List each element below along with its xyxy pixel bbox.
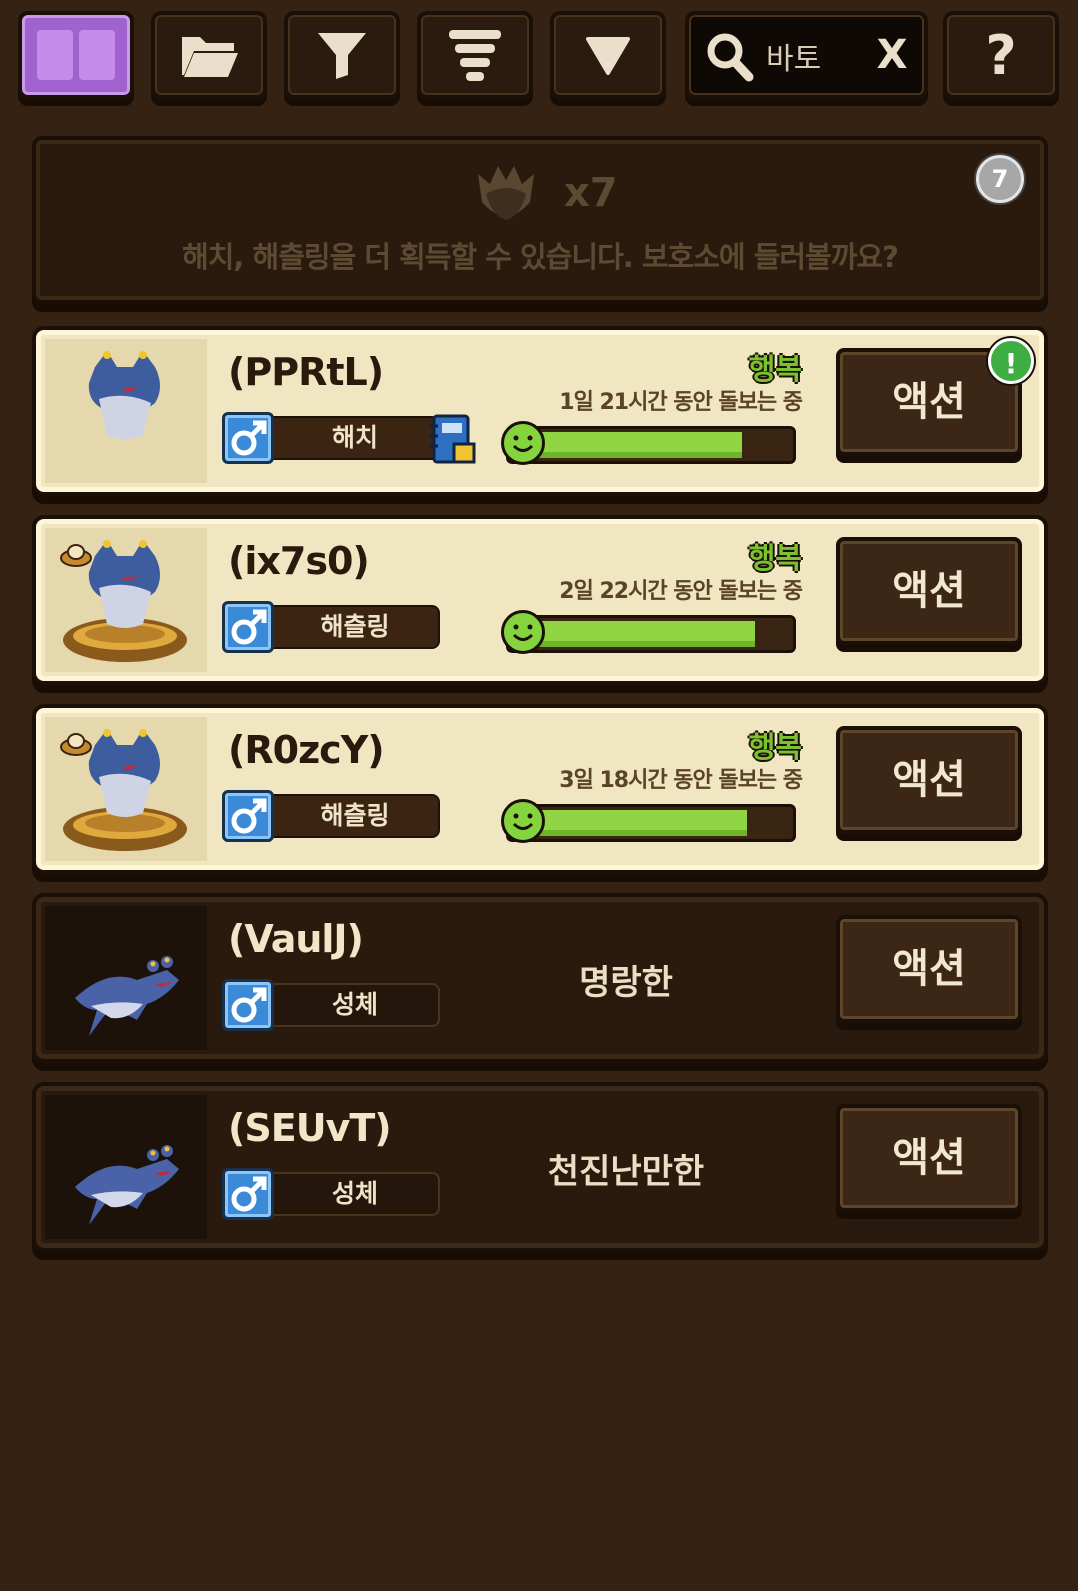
filter-icon — [318, 33, 366, 79]
pet-portrait[interactable] — [45, 339, 207, 483]
pet-card[interactable]: (R0zcY) 해츨링 행복 3일 18시간 동안 돌보는 중 액션 — [32, 704, 1048, 874]
happiness-bar — [501, 610, 796, 654]
question-icon: ? — [985, 23, 1017, 87]
search-input[interactable] — [764, 33, 868, 79]
mood-label: 행복 — [748, 541, 802, 575]
male-gender-icon — [222, 790, 274, 842]
triangle-down-icon — [586, 37, 630, 75]
action-button[interactable]: 액션 — [836, 537, 1022, 645]
notebook-icon[interactable] — [430, 414, 478, 466]
happiness-bar — [501, 799, 796, 843]
growth-stage-label: 성체 — [270, 983, 440, 1027]
male-gender-icon — [222, 412, 274, 464]
pet-portrait[interactable] — [45, 528, 207, 672]
mood-label: 행복 — [748, 352, 802, 386]
pet-portrait[interactable] — [45, 717, 207, 861]
pet-name: (VaulJ) — [228, 917, 364, 961]
pet-sprite — [75, 956, 179, 1036]
egg-count: x7 — [564, 170, 618, 216]
search-icon — [707, 33, 754, 82]
happiness-fill — [537, 621, 755, 647]
growth-stage-label: 성체 — [270, 1172, 440, 1216]
clear-search-button[interactable]: X — [872, 29, 912, 81]
pet-portrait[interactable] — [45, 906, 207, 1050]
care-duration: 1일 21시간 동안 돌보는 중 — [559, 390, 803, 415]
smiley-icon — [501, 799, 545, 843]
mood-label: 행복 — [748, 730, 802, 764]
folder-button[interactable] — [151, 11, 267, 99]
pet-name: (PPRtL) — [228, 350, 384, 394]
grid-icon — [37, 30, 115, 80]
pet-sprite — [75, 1145, 179, 1225]
pet-name: (SEUvT) — [228, 1106, 392, 1150]
nest-egg-icon — [60, 733, 92, 756]
male-gender-icon — [222, 601, 274, 653]
happiness-fill — [537, 432, 742, 458]
count-badge: 7 — [976, 155, 1024, 203]
action-button[interactable]: 액션 — [836, 1104, 1022, 1212]
pet-sprite — [88, 351, 160, 439]
pet-card[interactable]: (SEUvT) 성체 천진난만한 액션 — [32, 1082, 1048, 1252]
sort-icon — [449, 30, 501, 81]
care-duration: 3일 18시간 동안 돌보는 중 — [559, 768, 803, 793]
personality-trait: 명랑한 — [579, 963, 673, 1003]
happiness-fill — [537, 810, 747, 836]
search-box[interactable]: X — [685, 11, 928, 99]
pet-card[interactable]: (VaulJ) 성체 명랑한 액션 — [32, 893, 1048, 1063]
smiley-icon — [501, 610, 545, 654]
view-toggle-button[interactable] — [18, 11, 134, 99]
help-button[interactable]: ? — [943, 11, 1059, 99]
egg-icon — [478, 166, 534, 220]
nest-egg-icon — [60, 544, 92, 567]
happiness-bar — [501, 421, 796, 465]
alert-badge: ! — [988, 338, 1034, 384]
banner-message: 해치, 해츨링을 더 획득할 수 있습니다. 보호소에 들러볼까요? — [182, 240, 899, 274]
growth-stage-label: 해츨링 — [270, 605, 440, 649]
pet-portrait[interactable] — [45, 1095, 207, 1239]
pet-name: (ix7s0) — [228, 539, 370, 583]
personality-trait: 천진난만한 — [547, 1152, 705, 1192]
smiley-icon — [501, 421, 545, 465]
action-button[interactable]: 액션 — [836, 915, 1022, 1023]
care-duration: 2일 22시간 동안 돌보는 중 — [559, 579, 803, 604]
pet-card[interactable]: (PPRtL) 해치 행복 1일 21시간 동안 돌보는 중 액션! — [32, 326, 1048, 496]
growth-stage-label: 해츨링 — [270, 794, 440, 838]
male-gender-icon — [222, 1168, 274, 1220]
sort-button[interactable] — [417, 11, 533, 99]
action-button[interactable]: 액션 — [836, 726, 1022, 834]
pet-name: (R0zcY) — [228, 728, 385, 772]
filter-button[interactable] — [284, 11, 400, 99]
growth-stage-label: 해치 — [270, 416, 440, 460]
folder-icon — [182, 37, 238, 77]
male-gender-icon — [222, 979, 274, 1031]
pet-card[interactable]: (ix7s0) 해츨링 행복 2일 22시간 동안 돌보는 중 액션 — [32, 515, 1048, 685]
egg-shelter-banner[interactable]: x7 해치, 해츨링을 더 획득할 수 있습니다. 보호소에 들러볼까요? 7 — [32, 136, 1048, 304]
dropdown-button[interactable] — [550, 11, 666, 99]
